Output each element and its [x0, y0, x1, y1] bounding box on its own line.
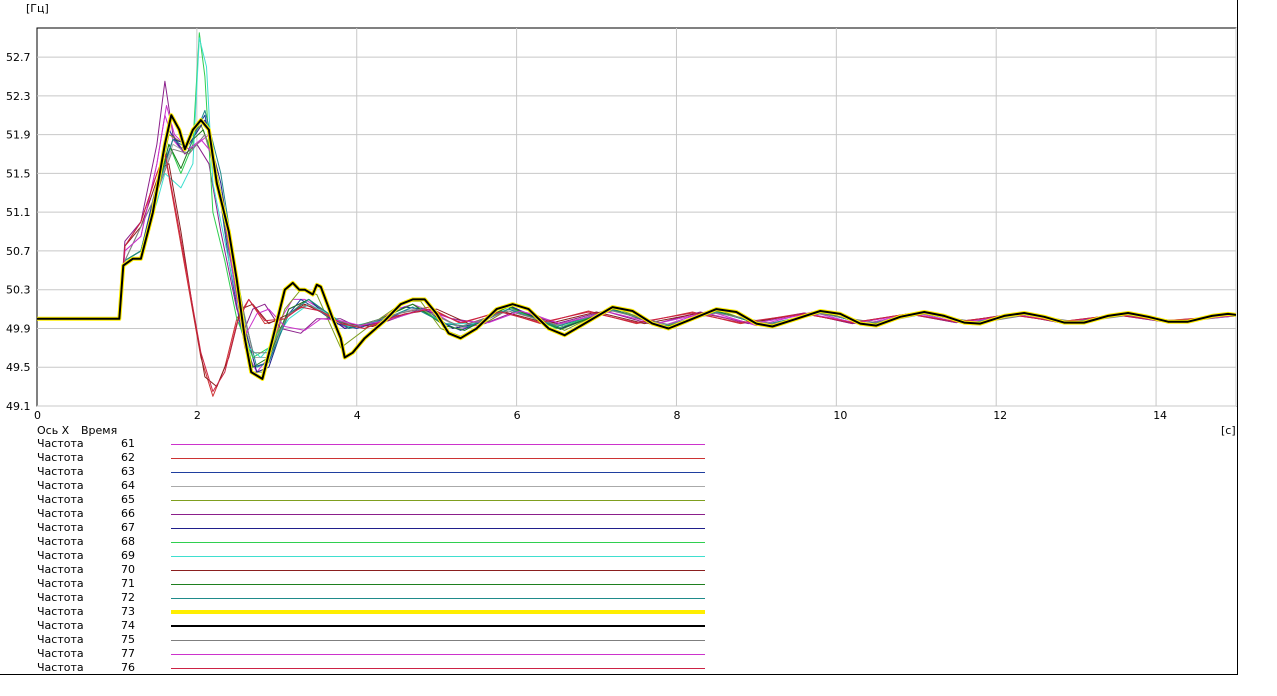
legend-item-id: 61: [121, 437, 135, 450]
legend-swatch: [171, 542, 705, 543]
legend-item-id: 74: [121, 619, 135, 632]
legend-item-id: 63: [121, 465, 135, 478]
y-tick-label: 50.3: [6, 284, 31, 297]
legend-item-name: Частота: [37, 493, 84, 506]
legend-swatch: [171, 570, 705, 571]
y-tick-label: 52.7: [6, 51, 31, 64]
legend-swatch: [171, 500, 705, 501]
x-tick-label: 8: [673, 409, 680, 422]
x-axis-caption: Ось X: [37, 424, 70, 437]
legend-swatch: [171, 486, 705, 487]
legend-swatch: [171, 444, 705, 445]
legend-item-name: Частота: [37, 591, 84, 604]
legend-item-id: 69: [121, 549, 135, 562]
legend-item-id: 65: [121, 493, 135, 506]
legend-swatch: [171, 472, 705, 473]
legend-item: Частота 66: [0, 507, 720, 521]
legend-item: Частота 67: [0, 521, 720, 535]
legend-swatch: [171, 556, 705, 557]
y-tick-label: 52.3: [6, 90, 31, 103]
legend-item-name: Частота: [37, 605, 84, 618]
x-tick-label: 6: [514, 409, 521, 422]
y-tick-label: 49.5: [6, 361, 31, 374]
legend-item: Частота 68: [0, 535, 720, 549]
x-tick-label: 4: [354, 409, 361, 422]
legend-item: Частота 61: [0, 437, 720, 451]
legend-item-name: Частота: [37, 535, 84, 548]
legend-item: Частота 64: [0, 479, 720, 493]
legend-item-name: Частота: [37, 647, 84, 660]
legend-swatch: [171, 668, 705, 669]
legend-item-name: Частота: [37, 563, 84, 576]
y-tick-label: 51.1: [6, 206, 31, 219]
legend-swatch: [171, 625, 705, 627]
legend-swatch: [171, 584, 705, 585]
x-tick-label: 14: [1153, 409, 1167, 422]
x-tick-label: 10: [833, 409, 847, 422]
legend-swatch: [171, 640, 705, 641]
legend-item-id: 67: [121, 521, 135, 534]
legend-item-id: 62: [121, 451, 135, 464]
x-axis-name: Время: [81, 424, 118, 437]
legend-item-name: Частота: [37, 451, 84, 464]
legend-swatch: [171, 598, 705, 599]
legend-swatch: [171, 458, 705, 459]
legend-item-id: 76: [121, 661, 135, 674]
legend-item: Частота 75: [0, 633, 720, 647]
legend-swatch: [171, 528, 705, 529]
legend-item: Частота 63: [0, 465, 720, 479]
legend-item-id: 70: [121, 563, 135, 576]
y-tick-label: 49.9: [6, 322, 31, 335]
x-axis-unit: [с]: [1221, 424, 1236, 437]
legend-item: Частота 62: [0, 451, 720, 465]
legend-item: Частота 76: [0, 661, 720, 675]
y-tick-label: 51.9: [6, 129, 31, 142]
legend-swatch: [171, 610, 705, 614]
legend-item: Частота 65: [0, 493, 720, 507]
legend-item-id: 75: [121, 633, 135, 646]
legend-item: Частота 71: [0, 577, 720, 591]
x-tick-label: 0: [34, 409, 41, 422]
legend-item-name: Частота: [37, 507, 84, 520]
legend-item: Частота 74: [0, 619, 720, 633]
legend-item-name: Частота: [37, 619, 84, 632]
legend-item-id: 71: [121, 577, 135, 590]
legend-item-name: Частота: [37, 549, 84, 562]
legend-item-name: Частота: [37, 479, 84, 492]
y-tick-label: 49.1: [6, 400, 31, 413]
legend-item-name: Частота: [37, 521, 84, 534]
legend-item-id: 72: [121, 591, 135, 604]
legend-swatch: [171, 654, 705, 655]
legend-swatch: [171, 514, 705, 515]
x-tick-label: 2: [194, 409, 201, 422]
legend-item-id: 66: [121, 507, 135, 520]
plot-area: [36, 27, 1237, 407]
legend-item-id: 73: [121, 605, 135, 618]
legend-item-id: 68: [121, 535, 135, 548]
legend-item-name: Частота: [37, 465, 84, 478]
legend-item-id: 64: [121, 479, 135, 492]
legend-item: Частота 70: [0, 563, 720, 577]
legend-item-name: Частота: [37, 661, 84, 674]
legend-item: Частота 72: [0, 591, 720, 605]
y-axis-unit: [Гц]: [26, 2, 49, 15]
y-tick-label: 51.5: [6, 167, 31, 180]
legend-item: Частота 73: [0, 605, 720, 619]
legend-item-name: Частота: [37, 577, 84, 590]
legend-item: Частота 77: [0, 647, 720, 661]
legend-item-name: Частота: [37, 437, 84, 450]
y-tick-label: 50.7: [6, 245, 31, 258]
legend-item-name: Частота: [37, 633, 84, 646]
legend-item-id: 77: [121, 647, 135, 660]
legend-item: Частота 69: [0, 549, 720, 563]
x-tick-label: 12: [993, 409, 1007, 422]
